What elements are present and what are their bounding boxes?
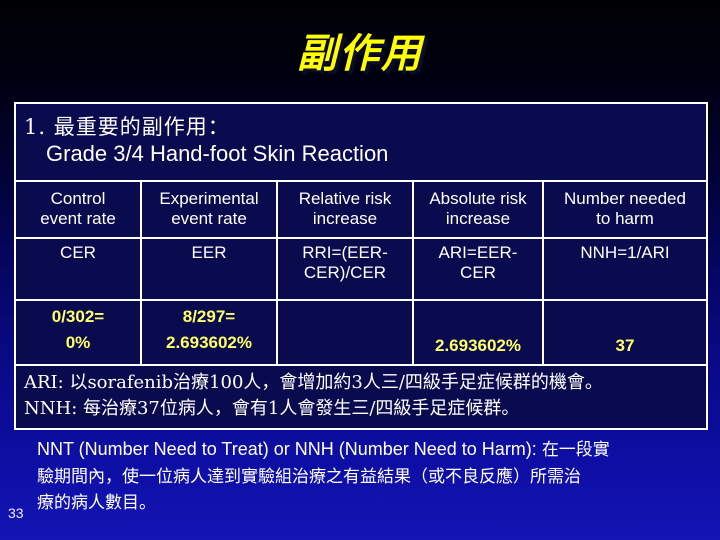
footnote-line-1-english: NNT (Number Need to Treat) or NNH (Numbe… xyxy=(37,439,542,459)
page-number: 33 xyxy=(8,505,24,521)
value-cell-control-event-rate: 0/302= 0% xyxy=(14,299,142,366)
formula-cell-nnh: NNH=1/ARI xyxy=(542,237,708,301)
table-heading-row: 1. 最重要的副作用： Grade 3/4 Hand-foot Skin Rea… xyxy=(14,102,708,182)
footnote-line-1: NNT (Number Need to Treat) or NNH (Numbe… xyxy=(37,436,697,464)
column-header-line-1: Relative risk xyxy=(298,189,392,209)
slide-title: 副作用 xyxy=(297,30,423,77)
slide-title-container: 副作用 xyxy=(0,34,720,74)
formula-cell-eer: EER xyxy=(140,237,278,301)
value-cell-experimental-event-rate: 8/297= 2.693602% xyxy=(140,299,278,366)
value-line-2: 2.693602% xyxy=(165,332,253,352)
value-cell-relative-risk-increase xyxy=(276,299,414,366)
formula-cell-cer: CER xyxy=(14,237,142,301)
value-line-1: 0/302= xyxy=(51,307,105,326)
footnote-line-1-chinese: 在一段實 xyxy=(541,440,610,460)
note-nnh: NNH: 每治療37位病人，會有1人會發生三/四級手足症候群。 xyxy=(24,398,520,419)
formula-line-2: CER xyxy=(460,263,496,283)
column-header-number-needed-to-harm: Number needed to harm xyxy=(542,180,708,239)
column-header-line-2: event rate xyxy=(171,209,247,228)
column-header-absolute-risk-increase: Absolute risk increase xyxy=(412,180,544,239)
heading-line-1: 1. 最重要的副作用： xyxy=(24,114,230,139)
value-cell-absolute-risk-increase: 2.693602% xyxy=(412,299,544,366)
value-line-2: 37 xyxy=(615,335,635,355)
formula-cell-rri: RRI=(EER- CER)/CER xyxy=(276,237,414,301)
footnote-line-3: 療的病人數目。 xyxy=(37,493,156,514)
column-header-line-2: increase xyxy=(312,209,378,228)
column-header-experimental-event-rate: Experimental event rate xyxy=(140,180,278,239)
table-header-row: Control event rate Experimental event ra… xyxy=(14,180,708,239)
table-formula-row: CER EER RRI=(EER- CER)/CER ARI=EER- CER … xyxy=(14,237,708,301)
column-header-control-event-rate: Control event rate xyxy=(14,180,142,239)
notes-cell: ARI: 以sorafenib治療100人，會增加約3人三/四級手足症候群的機會… xyxy=(14,364,708,430)
slide-canvas: 副作用 1. 最重要的副作用： Grade 3/4 Hand-foot Skin… xyxy=(0,0,720,540)
formula-line-2: CER)/CER xyxy=(303,263,387,283)
value-line-1: 8/297= xyxy=(182,307,236,326)
formula-line-1: ARI=EER- xyxy=(438,243,518,262)
formula-line-1: CER xyxy=(60,243,96,262)
heading-line-2: Grade 3/4 Hand-foot Skin Reaction xyxy=(46,140,389,166)
table-notes-row: ARI: 以sorafenib治療100人，會增加約3人三/四級手足症候群的機會… xyxy=(14,364,708,430)
formula-line-1: EER xyxy=(191,243,227,262)
value-line-2: 2.693602% xyxy=(434,335,522,355)
column-header-line-2: to harm xyxy=(596,209,654,228)
table-value-row: 0/302= 0% 8/297= 2.693602% 2.693602% 37 xyxy=(14,299,708,366)
formula-line-1: RRI=(EER- xyxy=(302,243,388,262)
value-cell-number-needed-to-harm: 37 xyxy=(542,299,708,366)
formula-line-1: NNH=1/ARI xyxy=(580,243,670,262)
value-line-2: 0% xyxy=(65,332,91,352)
side-effects-table: 1. 最重要的副作用： Grade 3/4 Hand-foot Skin Rea… xyxy=(14,102,708,430)
column-header-line-1: Experimental xyxy=(159,189,259,209)
column-header-line-1: Absolute risk xyxy=(429,189,527,209)
column-header-line-2: increase xyxy=(445,209,511,228)
footnote-paragraph: NNT (Number Need to Treat) or NNH (Numbe… xyxy=(37,436,697,517)
formula-cell-ari: ARI=EER- CER xyxy=(412,237,544,301)
footnote-line-2: 驗期間內，使一位病人達到實驗組治療之有益結果（或不良反應）所需治 xyxy=(37,466,581,487)
column-header-line-1: Number needed xyxy=(564,189,686,209)
column-header-relative-risk-increase: Relative risk increase xyxy=(276,180,414,239)
heading-cell: 1. 最重要的副作用： Grade 3/4 Hand-foot Skin Rea… xyxy=(14,102,708,182)
column-header-line-2: event rate xyxy=(40,209,116,228)
note-ari: ARI: 以sorafenib治療100人，會增加約3人三/四級手足症候群的機會… xyxy=(24,371,603,393)
column-header-line-1: Control xyxy=(50,189,106,209)
